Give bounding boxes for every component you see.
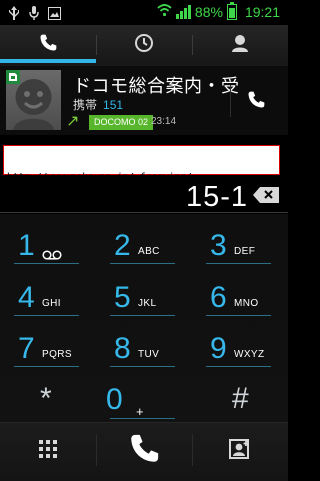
call-button[interactable] [96, 422, 192, 480]
key-digit: 0 [106, 383, 123, 416]
key-digit: 8 [114, 332, 131, 365]
battery-percent: 88% [194, 3, 223, 20]
active-tab-indicator [0, 59, 96, 63]
display-underline [0, 212, 288, 213]
phone-number: 151 [103, 98, 124, 112]
call-log-divider [230, 85, 231, 117]
add-contact-button[interactable] [192, 422, 288, 480]
backspace-icon [252, 187, 280, 208]
status-right-icons: 88% 19:21 [157, 1, 280, 20]
voicemail-icon [42, 245, 62, 264]
add-contact-icon [229, 438, 251, 464]
key-digit: 4 [18, 281, 35, 314]
key-digit: 1 [18, 229, 35, 262]
key-letters: WXYZ [234, 349, 265, 360]
signal-strength-icon [175, 4, 191, 19]
microphone-icon [29, 5, 39, 24]
backspace-button[interactable] [252, 186, 280, 204]
wifi-icon [157, 3, 172, 20]
key-letters: ABC [138, 246, 160, 257]
dialpad-key-5[interactable]: 5 JKL [96, 275, 192, 327]
dialpad-key-1[interactable]: 1 [0, 223, 96, 275]
key-digit: 3 [210, 229, 227, 262]
phone-icon [38, 33, 58, 57]
person-icon [230, 33, 250, 57]
dialpad-key-9[interactable]: 9 WXYZ [192, 326, 288, 378]
key-letters: JKL [138, 298, 157, 309]
key-digit: * [40, 382, 52, 415]
key-digit: 6 [210, 281, 227, 314]
clock-time: 19:21 [244, 3, 280, 20]
dialpad-icon [38, 439, 58, 463]
call-back-button[interactable] [232, 74, 280, 130]
dialpad-key-7[interactable]: 7 PQRS [0, 326, 96, 378]
status-left-icons [8, 5, 61, 24]
sim-icon [6, 70, 20, 84]
key-letters: + [136, 404, 144, 419]
phone-icon [246, 90, 266, 114]
dialpad-key-6[interactable]: 6 MNO [192, 275, 288, 327]
outgoing-call-icon: ↗ [66, 111, 80, 130]
key-digit: 9 [210, 332, 227, 365]
call-timestamp: 23:14 [151, 116, 177, 127]
dialed-number-display[interactable]: 15-1 [186, 181, 248, 214]
battery-icon [226, 1, 237, 20]
image-icon [48, 5, 61, 24]
dialpad-key-4[interactable]: 4 GHI [0, 275, 96, 327]
dialpad-toggle-button[interactable] [0, 422, 96, 480]
key-letters: PQRS [42, 349, 72, 360]
key-letters: DEF [234, 246, 256, 257]
clock-icon [134, 33, 154, 57]
dialpad-key-8[interactable]: 8 TUV [96, 326, 192, 378]
key-digit: # [232, 382, 249, 415]
key-digit: 7 [18, 332, 35, 365]
contact-number-line: 携帯 151 [73, 96, 123, 113]
usb-icon [8, 5, 20, 24]
key-digit: 5 [114, 281, 131, 314]
dialpad-key-3[interactable]: 3 DEF [192, 223, 288, 275]
watermark-box: http://www.neko.ne.jp/~freewing/ Copyrig… [3, 145, 280, 219]
tab-contacts[interactable] [192, 25, 288, 65]
key-letters: MNO [234, 298, 259, 309]
tab-call-log[interactable] [96, 25, 192, 65]
key-letters: GHI [42, 298, 61, 309]
dialpad-key-2[interactable]: 2 ABC [96, 223, 192, 275]
key-letters: TUV [138, 349, 160, 360]
call-icon [127, 432, 161, 470]
carrier-tag: DOCOMO 02 [89, 115, 154, 130]
key-digit: 2 [114, 229, 131, 262]
contact-name: ドコモ総合案内・受 [73, 76, 240, 97]
